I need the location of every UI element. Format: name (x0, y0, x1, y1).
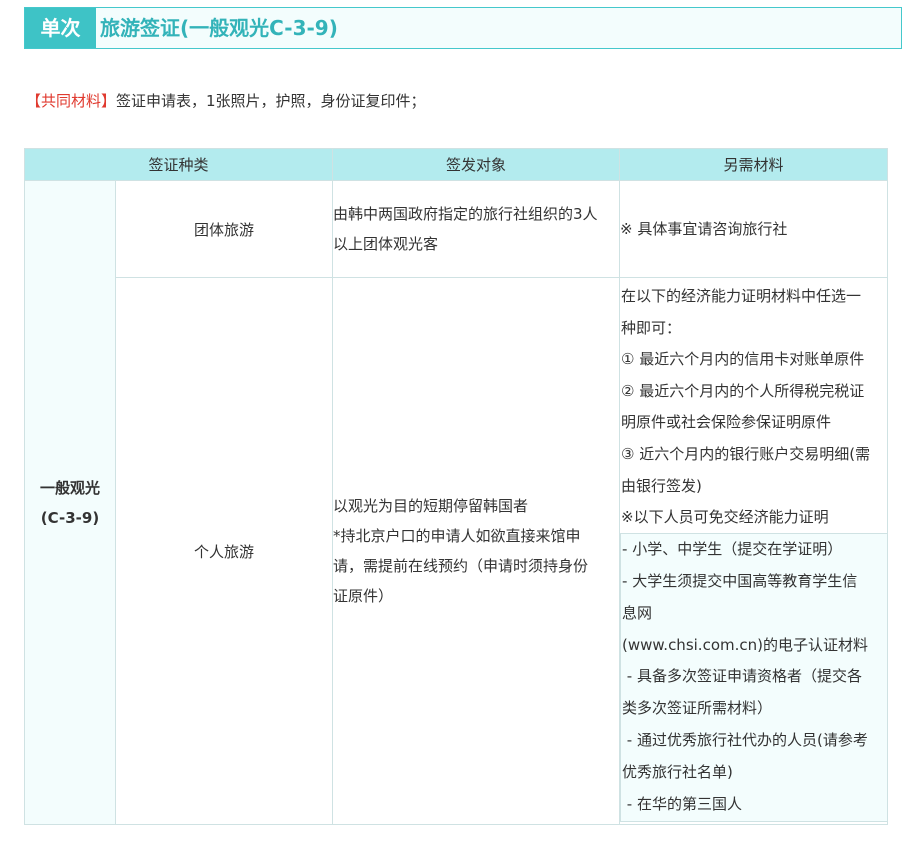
visa-requirements-table: 签证种类 签发对象 另需材料 一般观光 (C-3-9) 团体旅游 由韩中两国政府… (23, 148, 889, 825)
materials-cell: 在以下的经济能力证明材料中任选一 种即可： ① 最近六个月内的信用卡对账单原件 … (619, 277, 889, 825)
entry-type-tag: 单次 (25, 8, 96, 48)
visa-type-name: 一般观光 (39, 478, 100, 497)
col-header-target: 签发对象 (332, 148, 621, 181)
col-header-visa-type: 签证种类 (23, 148, 334, 181)
exempt-line: 息网 (622, 603, 653, 622)
subtype-cell: 个人旅游 (114, 277, 334, 825)
materials-line: 明原件或社会保险参保证明原件 (621, 413, 832, 432)
common-materials-label: 【共同材料】 (26, 92, 117, 110)
target-line: 以上团体观光客 (333, 235, 439, 253)
table-header-row: 签证种类 签发对象 另需材料 (23, 148, 889, 181)
target-cell: 以观光为目的短期停留韩国者 *持北京户口的申请人如欲直接来馆申 请，需提前在线预… (332, 277, 621, 825)
table-row: 个人旅游 以观光为目的短期停留韩国者 *持北京户口的申请人如欲直接来馆申 请，需… (25, 277, 889, 825)
materials-cell: ※ 具体事宜请咨询旅行社 (619, 180, 889, 278)
materials-line: 种即可： (621, 318, 682, 337)
materials-line: 由银行签发) (621, 476, 702, 495)
visa-section-header: 单次 旅游签证(一般观光C-3-9) (24, 7, 902, 49)
target-line: 以观光为目的短期停留韩国者 (333, 497, 529, 515)
common-materials-text: 签证申请表，1张照片，护照，身份证复印件； (116, 92, 426, 110)
exempt-line: - 通过优秀旅行社代办的人员(请参考 (622, 731, 868, 750)
exempt-line: 类多次签证所需材料） (622, 699, 773, 718)
target-line: 证原件） (333, 587, 394, 605)
materials-line: ③ 近六个月内的银行账户交易明细(需 (621, 445, 871, 464)
exempt-line: - 具备多次签证申请资格者（提交各 (622, 667, 862, 686)
materials-line: ※以下人员可免交经济能力证明 (621, 508, 829, 527)
economic-proof-list: 在以下的经济能力证明材料中任选一 种即可： ① 最近六个月内的信用卡对账单原件 … (620, 281, 887, 534)
subtype-cell: 团体旅游 (114, 180, 334, 278)
target-cell: 由韩中两国政府指定的旅行社组织的3人 以上团体观光客 (332, 180, 621, 278)
exempt-line: - 在华的第三国人 (622, 795, 742, 814)
exempt-line: - 大学生须提交中国高等教育学生信 (622, 571, 858, 590)
target-line: 由韩中两国政府指定的旅行社组织的3人 (333, 205, 598, 223)
visa-type-cell: 一般观光 (C-3-9) (24, 180, 116, 825)
common-materials: 【共同材料】签证申请表，1张照片，护照，身份证复印件； (26, 89, 426, 113)
materials-line: 在以下的经济能力证明材料中任选一 (621, 287, 862, 306)
materials-line: ① 最近六个月内的信用卡对账单原件 (621, 350, 865, 369)
target-line: 请，需提前在线预约（申请时须持身份 (333, 557, 589, 575)
col-header-materials: 另需材料 (619, 148, 889, 181)
exempt-line: 优秀旅行社名单) (622, 763, 733, 782)
exempt-line: (www.chsi.com.cn)的电子认证材料 (622, 635, 868, 654)
target-line: *持北京户口的申请人如欲直接来馆申 (333, 527, 581, 545)
exempt-line: - 小学、中学生（提交在学证明） (622, 539, 843, 558)
section-title: 旅游签证(一般观光C-3-9) (100, 16, 338, 40)
materials-line: ※ 具体事宜请咨询旅行社 (620, 220, 788, 238)
exempt-list-box: - 小学、中学生（提交在学证明） - 大学生须提交中国高等教育学生信 息网 (w… (620, 532, 889, 822)
materials-line: ② 最近六个月内的个人所得税完税证 (621, 381, 865, 400)
visa-type-code: (C-3-9) (40, 508, 100, 527)
table-row: 一般观光 (C-3-9) 团体旅游 由韩中两国政府指定的旅行社组织的3人 以上团… (24, 180, 889, 825)
